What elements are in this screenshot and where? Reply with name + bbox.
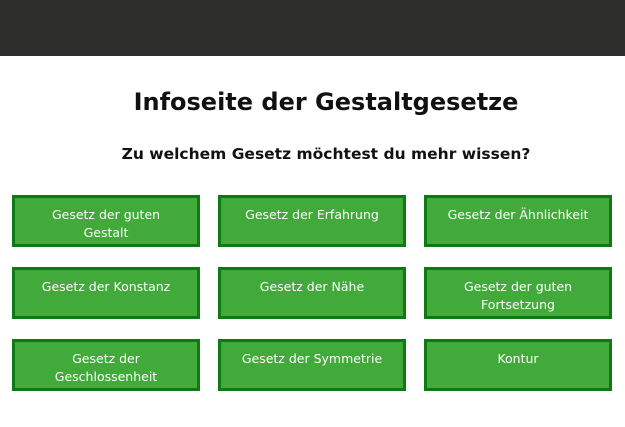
page-title: Infoseite der Gestaltgesetze bbox=[133, 88, 519, 116]
button-gesetz-der-symmetrie[interactable]: Gesetz der Symmetrie bbox=[218, 339, 406, 391]
top-bar bbox=[0, 0, 625, 56]
law-button-grid: Gesetz der guten Gestalt Gesetz der Erfa… bbox=[12, 195, 612, 391]
button-kontur[interactable]: Kontur bbox=[424, 339, 612, 391]
page-subtitle: Zu welchem Gesetz möchtest du mehr wisse… bbox=[121, 145, 531, 163]
button-gesetz-der-guten-gestalt[interactable]: Gesetz der guten Gestalt bbox=[12, 195, 200, 247]
button-gesetz-der-naehe[interactable]: Gesetz der Nähe bbox=[218, 267, 406, 319]
button-gesetz-der-geschlossenheit[interactable]: Gesetz der Geschlossenheit bbox=[12, 339, 200, 391]
button-gesetz-der-aehnlichkeit[interactable]: Gesetz der Ähnlichkeit bbox=[424, 195, 612, 247]
button-gesetz-der-guten-fortsetzung[interactable]: Gesetz der guten Fortsetzung bbox=[424, 267, 612, 319]
button-gesetz-der-konstanz[interactable]: Gesetz der Konstanz bbox=[12, 267, 200, 319]
button-gesetz-der-erfahrung[interactable]: Gesetz der Erfahrung bbox=[218, 195, 406, 247]
